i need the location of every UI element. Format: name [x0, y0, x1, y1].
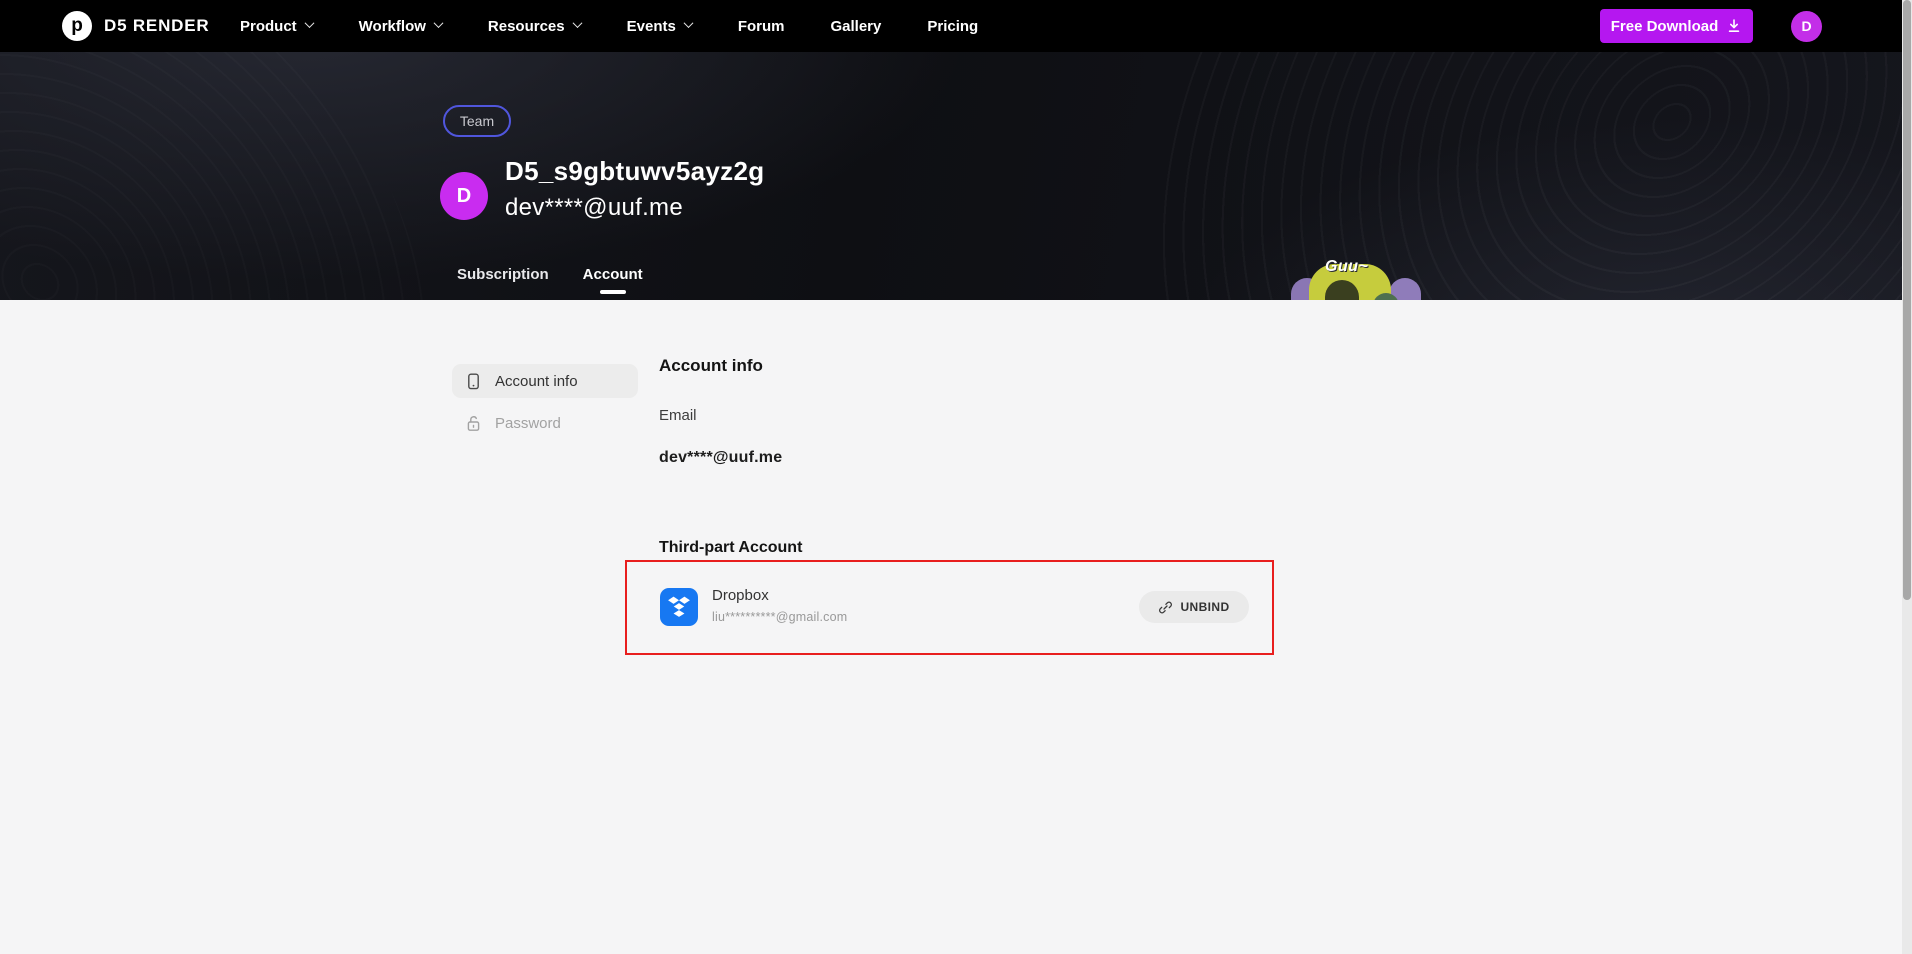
- email-label: Email: [659, 407, 697, 424]
- link-icon: [1159, 601, 1173, 613]
- profile-username: D5_s9gbtuwv5ayz2g: [505, 156, 765, 186]
- account-info-heading: Account info: [659, 356, 763, 375]
- user-avatar[interactable]: D: [1791, 10, 1822, 42]
- unbind-button[interactable]: UNBIND: [1139, 591, 1249, 623]
- guu-mascot-illustration: Guu~: [1285, 252, 1435, 300]
- wave-pattern-decoration: [1005, 52, 1912, 300]
- unlock-icon: [467, 415, 480, 431]
- dropbox-icon: [660, 588, 698, 626]
- team-badge: Team: [443, 105, 511, 137]
- download-icon: [1729, 19, 1740, 32]
- profile-tabs: Subscription Account: [457, 266, 643, 297]
- profile-avatar: D: [440, 172, 488, 220]
- profile-hero: Guu~ Team D D5_s9gbtuwv5ayz2g dev****@uu…: [0, 52, 1912, 300]
- nav-item-events[interactable]: Events: [627, 18, 694, 35]
- email-value: dev****@uuf.me: [659, 449, 783, 466]
- d5-logo-icon: p: [62, 11, 92, 41]
- dropbox-provider-row: Dropbox liu**********@gmail.com UNBIND: [625, 560, 1274, 655]
- main-navigation: Product Workflow Resources Events Forum …: [240, 0, 978, 52]
- nav-item-gallery[interactable]: Gallery: [831, 18, 882, 35]
- nav-item-product[interactable]: Product: [240, 18, 315, 35]
- provider-account: liu**********@gmail.com: [712, 610, 848, 624]
- account-card-icon: [468, 373, 479, 389]
- chevron-down-icon: [572, 18, 583, 29]
- third-party-heading: Third-part Account: [659, 539, 803, 556]
- account-side-menu: Account info Password: [452, 364, 638, 448]
- scrollbar-track[interactable]: [1902, 0, 1912, 954]
- wave-pattern-decoration: [0, 52, 482, 300]
- nav-item-resources[interactable]: Resources: [488, 18, 583, 35]
- nav-item-workflow[interactable]: Workflow: [359, 18, 444, 35]
- active-tab-indicator: [599, 290, 626, 294]
- chevron-down-icon: [304, 18, 315, 29]
- menu-item-password[interactable]: Password: [452, 406, 638, 440]
- nav-item-pricing[interactable]: Pricing: [927, 18, 978, 35]
- top-navbar: p D5 RENDER Product Workflow Resources E…: [0, 0, 1912, 52]
- profile-email: dev****@uuf.me: [505, 194, 683, 221]
- tab-subscription[interactable]: Subscription: [457, 266, 549, 297]
- nav-item-forum[interactable]: Forum: [738, 18, 785, 35]
- provider-name: Dropbox: [712, 587, 769, 604]
- guu-label: Guu~: [1325, 258, 1369, 275]
- brand-name: D5 RENDER: [104, 16, 210, 35]
- tab-account[interactable]: Account: [583, 266, 643, 297]
- scrollbar-thumb[interactable]: [1903, 0, 1911, 600]
- brand-logo[interactable]: p D5 RENDER: [62, 0, 209, 52]
- chevron-down-icon: [433, 18, 444, 29]
- menu-item-account-info[interactable]: Account info: [452, 364, 638, 398]
- d5-render-account-page: p D5 RENDER Product Workflow Resources E…: [0, 0, 1912, 954]
- chevron-down-icon: [683, 18, 694, 29]
- free-download-button[interactable]: Free Download: [1600, 9, 1753, 43]
